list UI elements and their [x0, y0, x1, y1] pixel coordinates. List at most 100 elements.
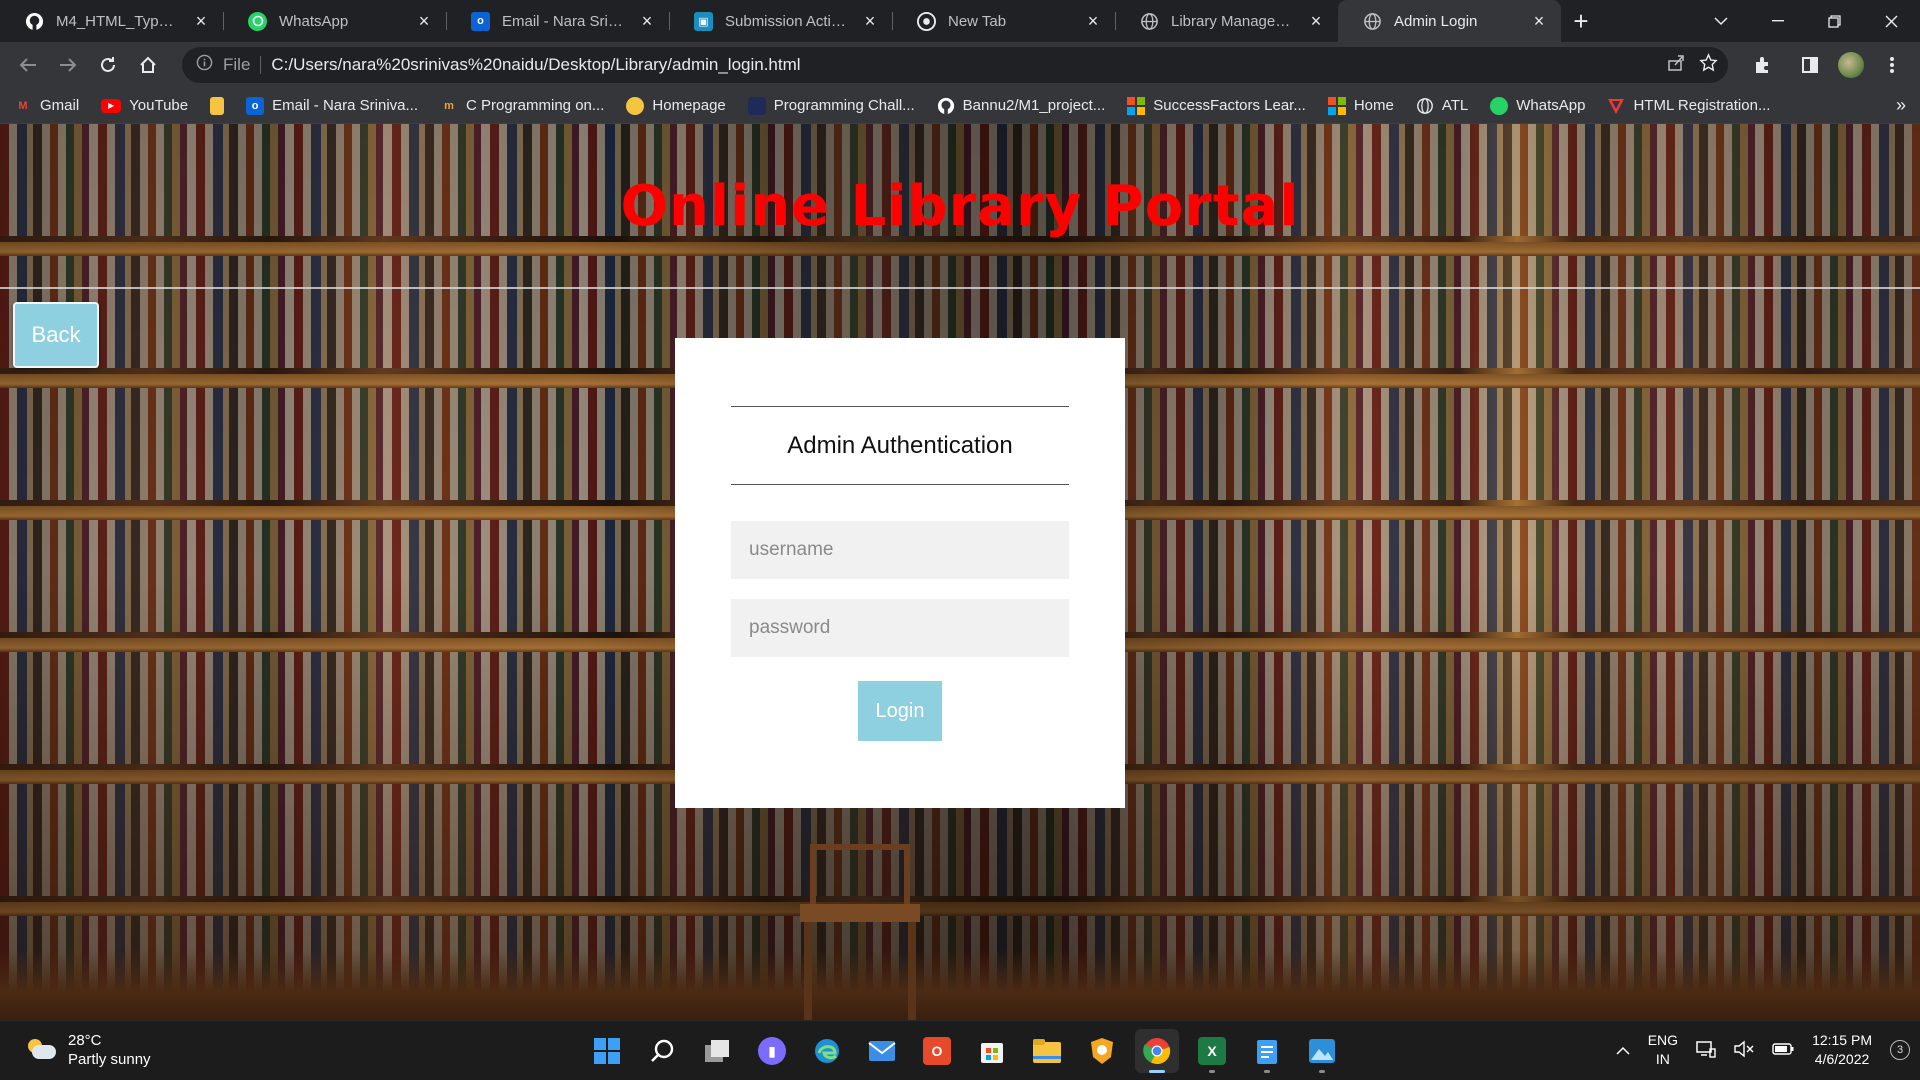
bookmark-folder[interactable]: [210, 96, 225, 115]
network-icon[interactable]: [1696, 1040, 1716, 1061]
tab-search-icon[interactable]: [1692, 0, 1749, 42]
teams-chat-icon: ▮: [758, 1037, 786, 1065]
username-field[interactable]: [731, 521, 1069, 579]
tab-m4-html-typescript[interactable]: M4_HTML_Typescript ×: [0, 0, 223, 42]
bookmark-label: SuccessFactors Lear...: [1153, 97, 1306, 114]
store-button[interactable]: [970, 1029, 1014, 1073]
close-icon[interactable]: ×: [639, 12, 655, 30]
mail-button[interactable]: [860, 1029, 904, 1073]
bookmark-html-registration[interactable]: HTML Registration...: [1607, 97, 1770, 115]
start-icon: [594, 1038, 620, 1064]
bookmark-email[interactable]: o Email - Nara Sriniva...: [246, 96, 418, 115]
weather-condition: Partly sunny: [68, 1051, 151, 1068]
battery-icon[interactable]: [1772, 1042, 1794, 1058]
photos-button[interactable]: [1300, 1029, 1344, 1073]
close-icon[interactable]: ×: [1308, 12, 1324, 30]
bookmark-whatsapp[interactable]: WhatsApp: [1490, 96, 1585, 115]
teams-chat-button[interactable]: ▮: [750, 1029, 794, 1073]
login-button[interactable]: Login: [858, 681, 942, 741]
bookmark-label: ATL: [1441, 97, 1469, 114]
background-chair: [800, 844, 920, 1020]
background-floor: [0, 950, 1920, 1020]
password-field[interactable]: [731, 599, 1069, 657]
tab-library-management[interactable]: Library Management ×: [1115, 0, 1338, 42]
edge-icon: [815, 1039, 839, 1063]
close-window-icon[interactable]: [1863, 0, 1920, 42]
bookmarks-overflow-button[interactable]: »: [1896, 95, 1906, 116]
login-card: Admin Authentication Login: [675, 338, 1125, 808]
info-icon[interactable]: [196, 54, 213, 76]
back-arrow-icon[interactable]: [8, 45, 48, 85]
search-icon: [651, 1039, 674, 1062]
bookmark-home[interactable]: Home: [1327, 96, 1394, 115]
chevron-up-icon[interactable]: [1616, 1042, 1630, 1058]
bookmark-label: HTML Registration...: [1633, 97, 1771, 114]
file-explorer-button[interactable]: [1025, 1029, 1069, 1073]
search-button[interactable]: [640, 1029, 684, 1073]
home-icon[interactable]: [128, 45, 168, 85]
tab-new-tab[interactable]: New Tab ×: [892, 0, 1115, 42]
language-indicator[interactable]: ENG IN: [1648, 1031, 1678, 1069]
bookmark-label: Homepage: [652, 97, 726, 114]
bookmark-github-project[interactable]: Bannu2/M1_project...: [937, 97, 1105, 115]
extensions-icon[interactable]: [1742, 45, 1782, 85]
bookmark-label: Gmail: [40, 97, 80, 114]
close-icon[interactable]: ×: [862, 12, 878, 30]
chrome-button[interactable]: [1135, 1029, 1179, 1073]
submission-icon: ▣: [694, 11, 713, 31]
bookmark-successfactors[interactable]: SuccessFactors Lear...: [1127, 96, 1306, 115]
homepage-icon: [626, 96, 645, 115]
language-code: ENG: [1647, 1032, 1679, 1048]
close-icon[interactable]: ×: [1531, 12, 1547, 30]
new-tab-button[interactable]: +: [1561, 0, 1601, 42]
url-text[interactable]: C:/Users/nara%20srinivas%20naidu/Desktop…: [271, 55, 1657, 75]
avatar[interactable]: [1838, 52, 1864, 78]
notepad-button[interactable]: [1245, 1029, 1289, 1073]
bookmark-gmail[interactable]: M Gmail: [14, 97, 79, 115]
tab-title: Library Management: [1171, 12, 1296, 30]
edge-button[interactable]: [805, 1029, 849, 1073]
excel-icon: X: [1198, 1037, 1226, 1065]
weather-widget[interactable]: 28°C Partly sunny: [26, 1031, 151, 1069]
clock[interactable]: 12:15 PM 4/6/2022: [1812, 1031, 1872, 1069]
brave-icon: [1091, 1038, 1113, 1064]
youtube-icon: ▶: [101, 98, 122, 113]
close-icon[interactable]: ×: [1085, 12, 1101, 30]
restore-icon[interactable]: [1806, 0, 1863, 42]
excel-button[interactable]: X: [1190, 1029, 1234, 1073]
reload-icon[interactable]: [88, 45, 128, 85]
whatsapp-icon: [1490, 96, 1509, 115]
start-button[interactable]: [585, 1029, 629, 1073]
bookmark-programming-challenges[interactable]: Programming Chall...: [747, 96, 915, 115]
file-explorer-icon: [1033, 1039, 1061, 1063]
close-icon[interactable]: ×: [193, 12, 209, 30]
tab-email[interactable]: o Email - Nara Srinivas N ×: [446, 0, 669, 42]
tab-strip: M4_HTML_Typescript × WhatsApp × o Email …: [0, 0, 1920, 42]
tab-submission-activities[interactable]: ▣ Submission Activities ×: [669, 0, 892, 42]
forward-arrow-icon[interactable]: [48, 45, 88, 85]
bookmark-star-icon[interactable]: [1699, 53, 1718, 77]
notification-badge[interactable]: 3: [1890, 1040, 1910, 1060]
bookmark-label: Programming Chall...: [773, 97, 915, 114]
bookmark-homepage[interactable]: Homepage: [626, 96, 726, 115]
bookmark-atl[interactable]: ATL: [1416, 97, 1468, 115]
task-view-button[interactable]: [695, 1029, 739, 1073]
tab-title: Email - Nara Srinivas N: [502, 12, 627, 30]
speaker-muted-icon[interactable]: [1734, 1040, 1754, 1061]
bookmark-c-programming[interactable]: m C Programming on...: [440, 97, 604, 115]
bookmark-label: Home: [1353, 97, 1394, 114]
office-button[interactable]: O: [915, 1029, 959, 1073]
minimize-icon[interactable]: [1749, 0, 1806, 42]
tab-admin-login[interactable]: Admin Login ×: [1338, 0, 1561, 42]
share-icon[interactable]: [1667, 54, 1685, 77]
github-icon: [937, 97, 955, 115]
tab-whatsapp[interactable]: WhatsApp ×: [223, 0, 446, 42]
menu-kebab-icon[interactable]: [1872, 45, 1912, 85]
close-icon[interactable]: ×: [416, 12, 432, 30]
side-panel-icon[interactable]: [1790, 45, 1830, 85]
bookmark-label: C Programming on...: [466, 97, 605, 114]
bookmark-youtube[interactable]: ▶ YouTube: [101, 97, 188, 114]
brave-button[interactable]: [1080, 1029, 1124, 1073]
back-button[interactable]: Back: [13, 302, 99, 368]
address-bar[interactable]: File C:/Users/nara%20srinivas%20naidu/De…: [182, 47, 1728, 83]
